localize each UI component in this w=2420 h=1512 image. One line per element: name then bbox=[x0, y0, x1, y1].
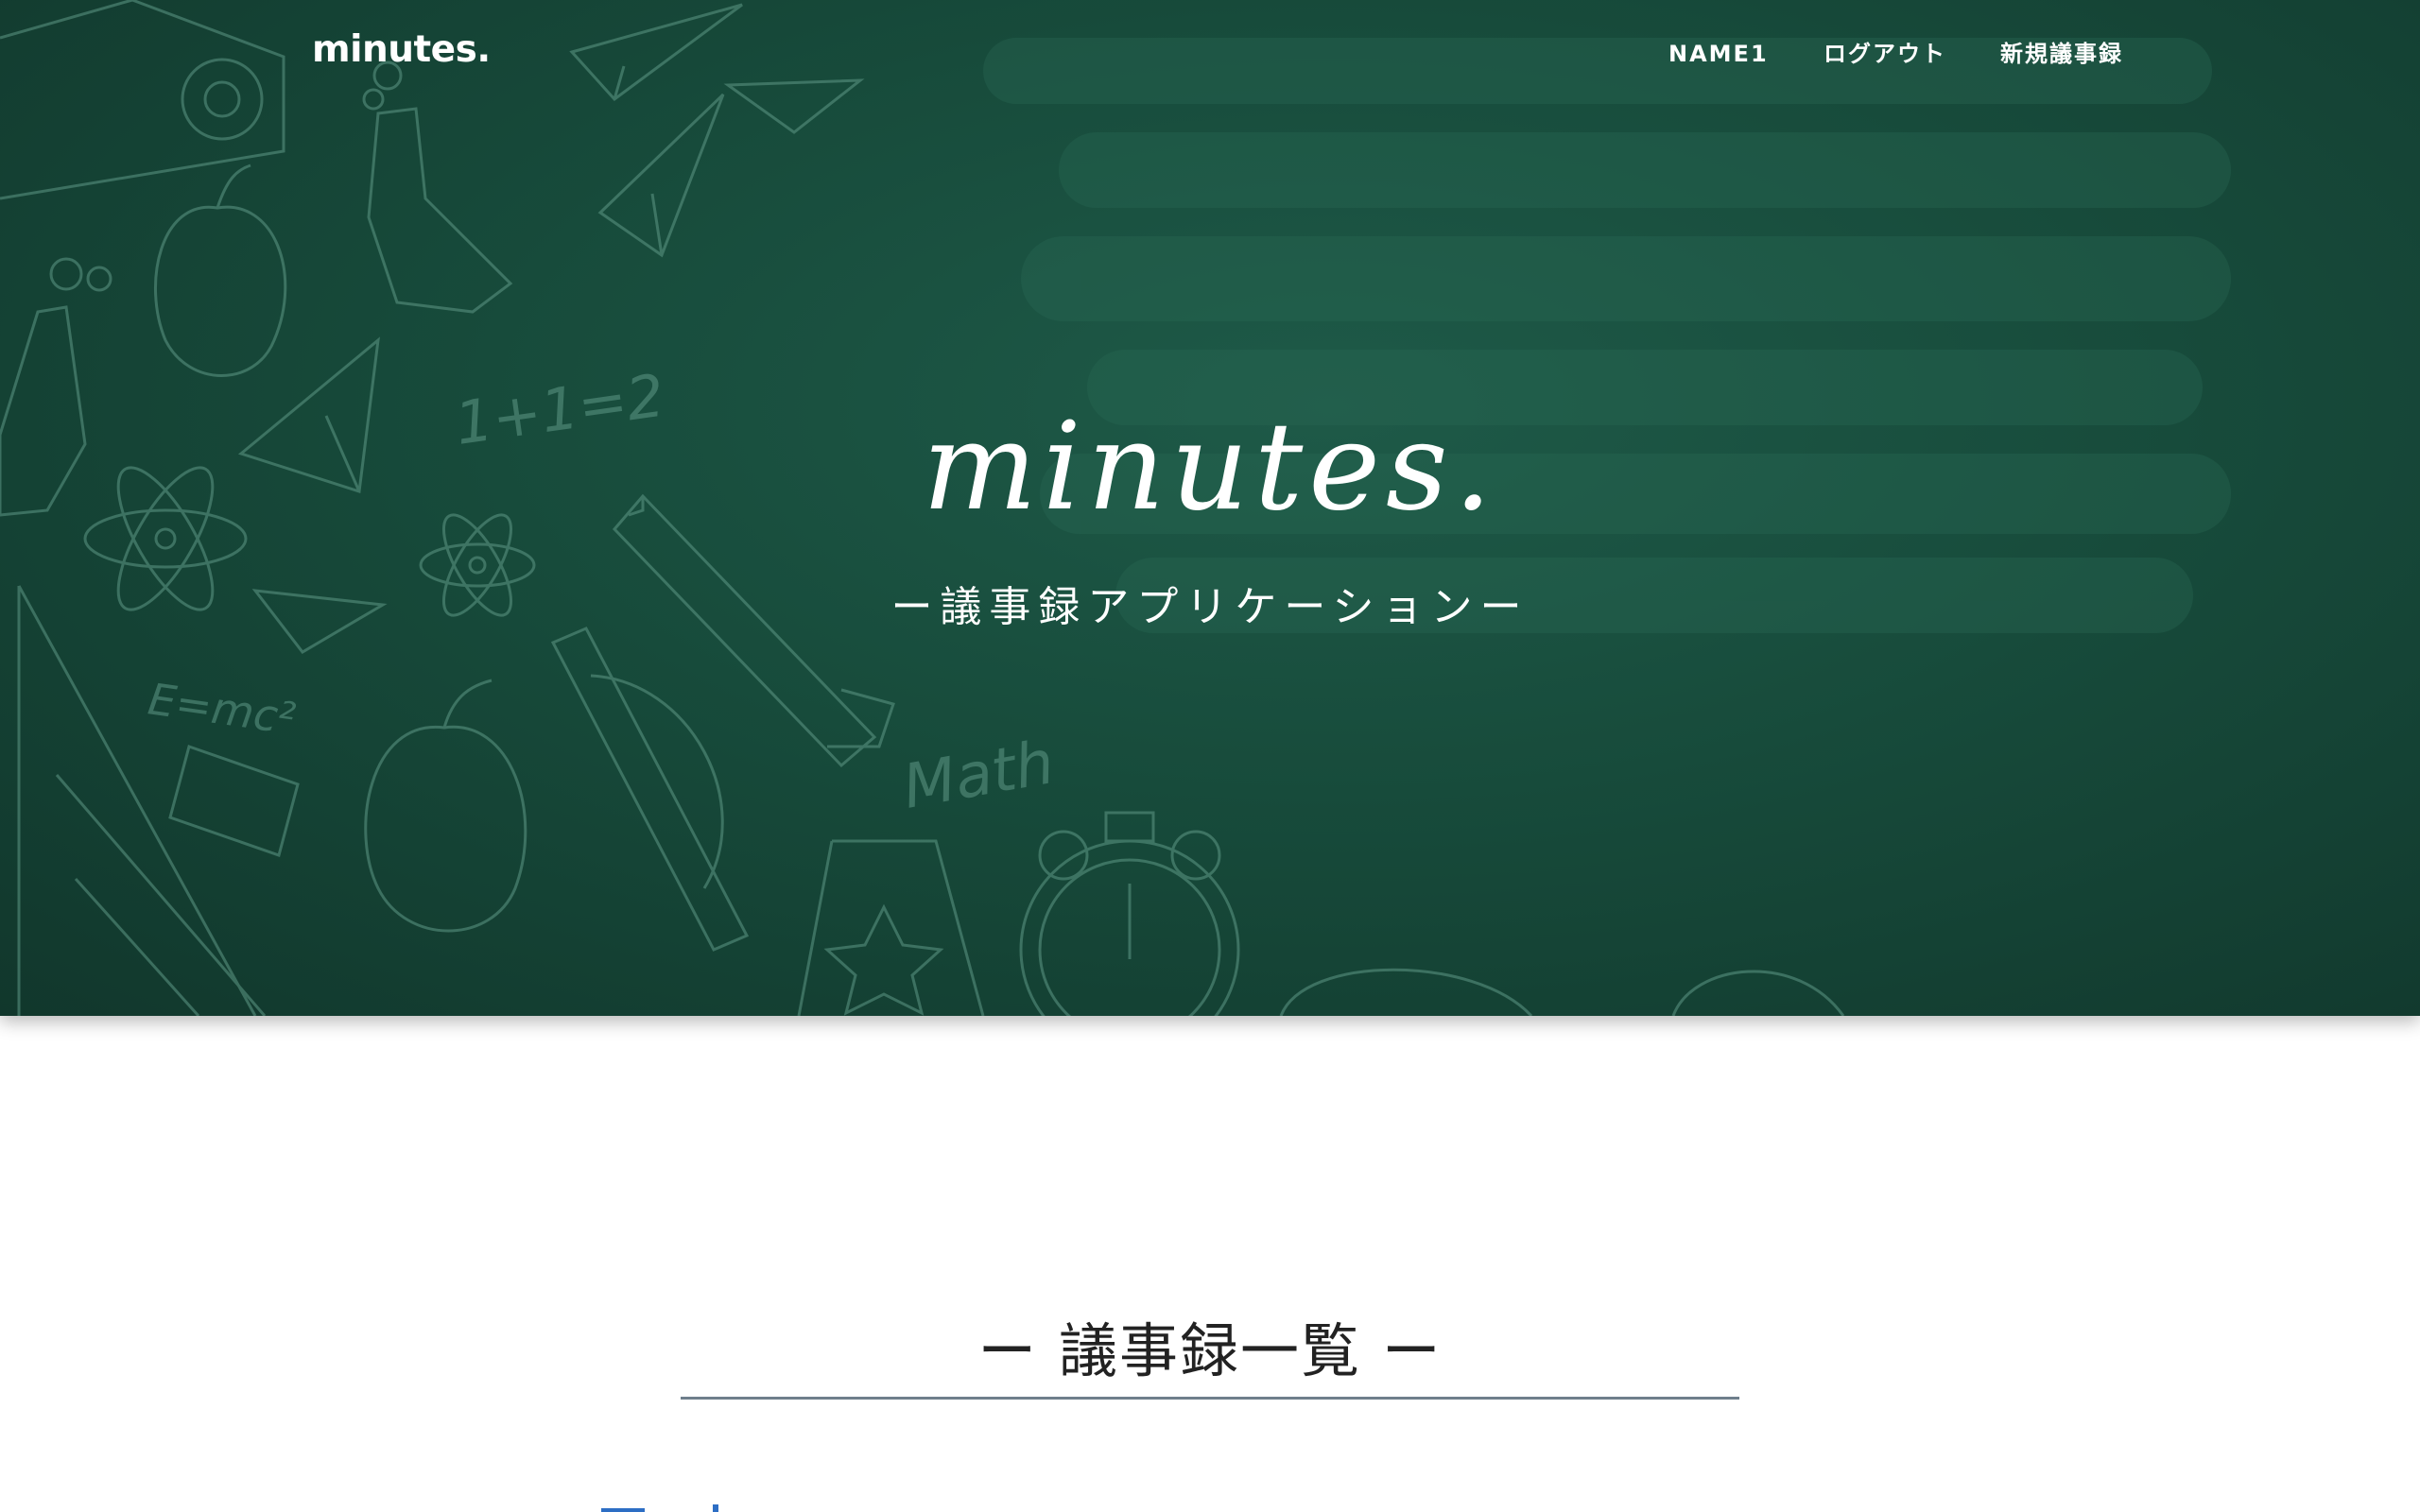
globe-doodle-icon bbox=[1279, 968, 1845, 1016]
stopwatch-doodle-icon bbox=[1019, 811, 1240, 1016]
nav-new-minutes-link[interactable]: 新規議事録 bbox=[2000, 38, 2123, 70]
chalk-text-3: Math bbox=[898, 728, 1060, 823]
star-doodle-icon bbox=[797, 839, 985, 1016]
protractor-doodle-icon bbox=[550, 627, 750, 952]
ruler-doodle-icon bbox=[17, 585, 267, 1016]
paper-plane-doodle-icon bbox=[237, 3, 865, 654]
list-item-peek[interactable] bbox=[601, 1504, 743, 1512]
hero-subtitle: ー議事録アプリケーションー bbox=[890, 583, 1530, 631]
apple-doodle-icon bbox=[154, 163, 527, 933]
heading-divider bbox=[681, 1397, 1739, 1400]
minutes-list-heading: ー 議事録一覧 ー bbox=[977, 1316, 1443, 1385]
hero-title: minutes. bbox=[922, 397, 1498, 538]
nav-user-name[interactable]: NAME1 bbox=[1668, 38, 1769, 70]
hero-banner: 1+1=2 E=mc² Math minutes. NAME1 ログアウト 新規… bbox=[0, 0, 2420, 1016]
brand-logo[interactable]: minutes. bbox=[312, 28, 491, 71]
eraser-doodle-icon bbox=[168, 745, 300, 857]
chalk-text-2: E=mc² bbox=[145, 673, 298, 744]
nav-logout-link[interactable]: ログアウト bbox=[1824, 38, 1946, 70]
